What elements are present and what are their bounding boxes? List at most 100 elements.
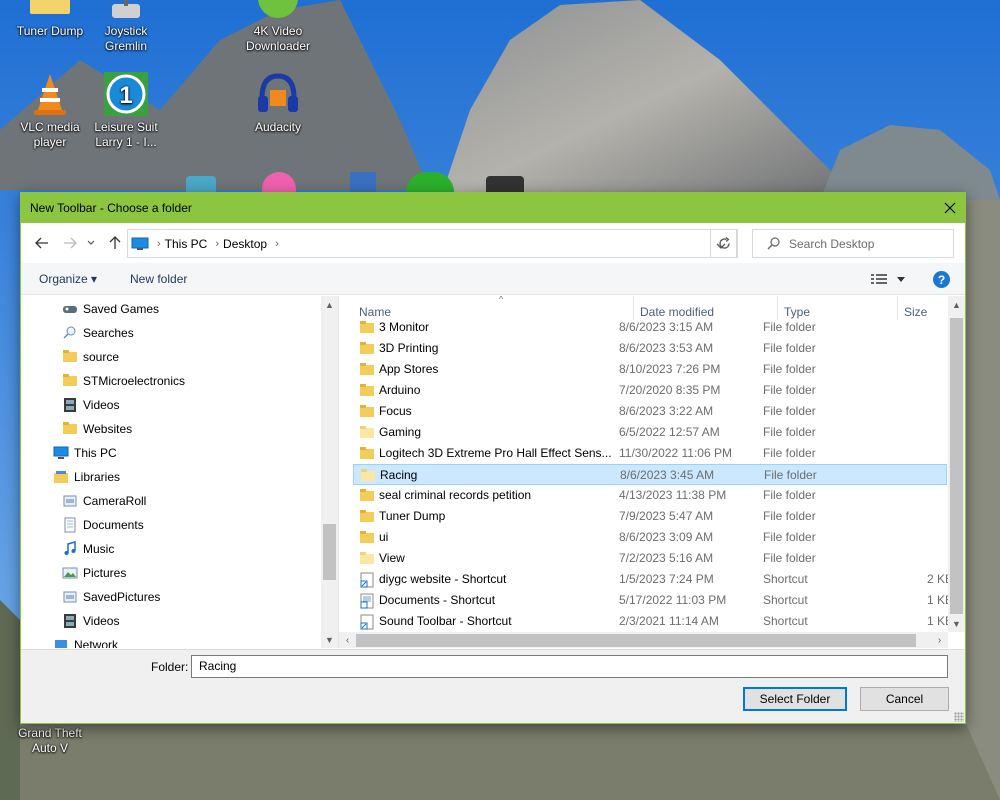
organize-button[interactable]: Organize ▾ (39, 272, 97, 286)
file-row[interactable]: 3 Monitor 8/6/2023 3:15 AM File folder (353, 317, 947, 338)
desktop-icon-audacity[interactable]: Audacity (237, 70, 319, 135)
arrow-up-icon (109, 236, 121, 249)
nav-item[interactable]: Libraries (53, 465, 120, 489)
file-date: 1/5/2023 7:24 PM (619, 572, 714, 586)
file-row[interactable]: Gaming 6/5/2022 12:57 AM File folder (353, 422, 947, 443)
file-row[interactable]: Racing 8/6/2023 3:45 AM File folder (353, 464, 947, 485)
desktop-icon-joystick-gremlin[interactable]: Joystick Gremlin (85, 0, 167, 54)
nav-item-label: Saved Games (83, 302, 160, 316)
breadcrumb-this-pc[interactable]: This PC (165, 237, 208, 251)
folder-icon (359, 509, 375, 523)
shortcut-icon (359, 572, 375, 588)
refresh-button[interactable] (710, 229, 738, 258)
close-button[interactable] (935, 193, 965, 223)
nav-item[interactable]: Saved Games (62, 297, 159, 321)
desktop-app-icon[interactable] (350, 172, 376, 192)
resize-grip-icon[interactable] (954, 712, 964, 722)
file-date: 11/30/2022 11:06 PM (619, 446, 732, 460)
file-row[interactable]: Tuner Dump 7/9/2023 5:47 AM File folder (353, 506, 947, 527)
nav-item[interactable]: Music (62, 537, 114, 561)
desktop-icon-leisure-suit-larry[interactable]: 1 Leisure Suit Larry 1 - I... (85, 70, 167, 150)
file-row[interactable]: diygc website - Shortcut 1/5/2023 7:24 PM… (353, 569, 953, 590)
new-folder-button[interactable]: New folder (130, 272, 187, 286)
desktop-app-icon[interactable] (186, 176, 216, 192)
file-row[interactable]: Focus 8/6/2023 3:22 AM File folder (353, 401, 947, 422)
chevron-down-icon[interactable]: ▼ (948, 615, 965, 632)
up-button[interactable] (105, 233, 125, 253)
file-row[interactable]: App Stores 8/10/2023 7:26 PM File folder (353, 359, 947, 380)
nav-item[interactable]: Documents (62, 513, 144, 537)
nav-item[interactable]: STMicroelectronics (62, 369, 185, 393)
nav-item[interactable]: SavedPictures (62, 585, 160, 609)
desktop-icon-gta-v[interactable]: Grand Theft Auto V (9, 726, 91, 756)
nav-item[interactable]: Videos (62, 393, 119, 417)
navigation-bar: › This PC › Desktop › Search Desktop (21, 223, 965, 263)
nav-item[interactable]: This PC (53, 441, 117, 465)
chevron-right-icon[interactable]: › (931, 632, 948, 648)
folder-icon (62, 349, 78, 365)
nav-item[interactable]: Websites (62, 417, 132, 441)
scrollbar-thumb[interactable] (323, 524, 336, 580)
file-size: 1 KB (926, 593, 953, 607)
chevron-up-icon[interactable]: ▲ (948, 296, 965, 313)
folder-light-icon (359, 551, 375, 565)
cancel-button[interactable]: Cancel (860, 687, 949, 711)
breadcrumb-desktop[interactable]: Desktop (223, 237, 267, 251)
nav-item-label: Searches (83, 326, 134, 340)
file-row[interactable]: Documents - Shortcut 5/17/2022 11:03 PM Sh… (353, 590, 953, 611)
folder-name-input[interactable]: Racing (191, 655, 948, 678)
desktop-icon-vlc[interactable]: VLC media player (9, 70, 91, 150)
nav-item[interactable]: source (62, 345, 119, 369)
recent-locations-button[interactable] (85, 233, 97, 253)
desktop-icon-label: Audacity (254, 120, 302, 134)
help-button[interactable]: ? (933, 271, 950, 288)
nav-item[interactable]: Searches (62, 321, 134, 345)
nav-scrollbar[interactable]: ▲ ▼ (321, 296, 338, 648)
search-input[interactable]: Search Desktop (752, 229, 954, 258)
file-row[interactable]: Sound Toolbar - Shortcut 2/3/2021 11:14 A… (353, 611, 953, 632)
nav-item[interactable]: Pictures (62, 561, 126, 585)
file-list-vscroll[interactable]: ▲ ▼ (948, 296, 965, 632)
file-name: diygc website - Shortcut (379, 572, 507, 586)
file-row[interactable]: Arduino 7/20/2020 8:35 PM File folder (353, 380, 947, 401)
nav-item-label: Music (83, 542, 115, 556)
audacity-headphones-icon (254, 70, 302, 118)
documents-icon (62, 517, 78, 533)
dialog-titlebar[interactable]: New Toolbar - Choose a folder (21, 193, 965, 223)
desktop-icon-tuner-dump[interactable]: Tuner Dump (9, 0, 91, 39)
nav-item[interactable]: Videos (62, 609, 119, 633)
file-date: 5/17/2022 11:03 PM (619, 593, 727, 607)
select-folder-button[interactable]: Select Folder (743, 687, 847, 711)
file-name: Focus (379, 404, 412, 418)
file-date: 8/10/2023 7:26 PM (619, 362, 721, 376)
file-date: 8/6/2023 3:09 AM (619, 530, 714, 544)
chevron-left-icon[interactable]: ‹ (339, 632, 356, 648)
address-bar[interactable]: › This PC › Desktop › (127, 229, 737, 258)
dialog-footer: Folder: Racing Select Folder Cancel (21, 649, 965, 723)
desktop-icon-4k-video-downloader[interactable]: 4K Video Downloader (237, 0, 319, 54)
file-row[interactable]: View 7/2/2023 5:16 AM File folder (353, 548, 947, 569)
scrollbar-thumb[interactable] (950, 318, 963, 614)
desktop-icon-label: Grand Theft Auto V (18, 726, 82, 755)
desktop-app-icon[interactable] (486, 176, 524, 192)
nav-item[interactable]: Network (53, 633, 118, 648)
scrollbar-thumb[interactable] (356, 634, 916, 647)
chevron-up-icon[interactable]: ▲ (321, 296, 338, 313)
saved-games-icon (62, 301, 78, 317)
folder-icon (359, 530, 375, 544)
folder-light-icon (359, 425, 375, 439)
chevron-down-icon[interactable]: ▼ (321, 631, 338, 648)
nav-item[interactable]: CameraRoll (62, 489, 146, 513)
command-bar: Organize ▾ New folder ? (21, 263, 965, 295)
file-list-hscroll[interactable]: ‹ › (339, 632, 948, 648)
file-row[interactable]: 3D Printing 8/6/2023 3:53 AM File folder (353, 338, 947, 359)
file-row[interactable]: Logitech 3D Extreme Pro Hall Effect Sens… (353, 443, 947, 464)
file-row[interactable]: seal criminal records petition 4/13/2023 … (353, 485, 947, 506)
forward-button[interactable] (60, 233, 80, 253)
computer-icon (131, 237, 149, 251)
shortcut-doc-icon (359, 593, 375, 609)
file-row[interactable]: ui 8/6/2023 3:09 AM File folder (353, 527, 947, 548)
back-button[interactable] (32, 233, 52, 253)
view-options-button[interactable] (871, 271, 907, 287)
video-downloader-icon (254, 0, 302, 22)
